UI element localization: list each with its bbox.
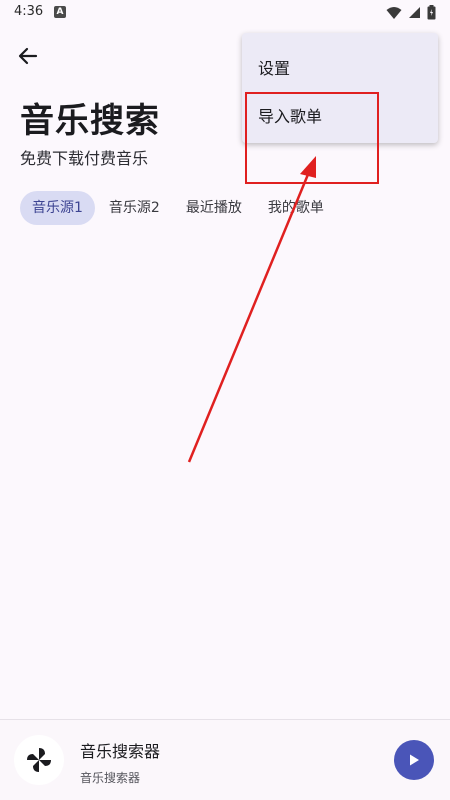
status-time: 4:36 [14,4,44,19]
battery-icon [427,5,436,20]
menu-item-settings[interactable]: 设置 [258,55,290,79]
annotation-highlight-box [245,92,379,184]
status-bar: 4:36 A [0,0,450,26]
back-arrow-icon [18,47,38,65]
play-icon [410,754,419,766]
app-screen: 4:36 A 音乐搜索 免费下载付费音乐 音乐源1 音乐源2 最近播放 我的歌单… [0,0,450,800]
tab-source-2[interactable]: 音乐源2 [97,191,172,225]
page-subtitle: 免费下载付费音乐 [20,149,149,168]
page-title: 音乐搜索 [20,101,160,141]
mini-player[interactable]: 音乐搜索器 音乐搜索器 [0,720,450,800]
pinwheel-icon [27,748,51,772]
player-title: 音乐搜索器 [80,742,161,761]
status-icons [386,5,436,20]
tab-source-1[interactable]: 音乐源1 [20,191,95,225]
player-subtitle: 音乐搜索器 [80,771,141,785]
play-button[interactable] [394,740,434,780]
wifi-icon [386,6,402,19]
source-tabs: 音乐源1 音乐源2 最近播放 我的歌单 [20,191,338,225]
tab-recent[interactable]: 最近播放 [174,191,254,225]
back-button[interactable] [14,42,42,70]
signal-icon [409,7,420,18]
tab-my-playlists[interactable]: 我的歌单 [256,191,336,225]
a-letter-icon: A [54,6,66,18]
player-artwork [14,735,64,785]
